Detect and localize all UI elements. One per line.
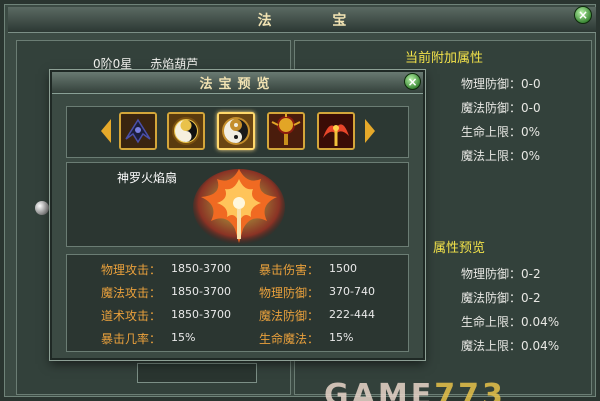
stat-value: 222-444	[329, 308, 375, 321]
dark-wing-fan-icon	[121, 114, 155, 148]
treasure-slot[interactable]	[267, 112, 305, 150]
stat-value: 1850-3700	[171, 308, 231, 321]
stat-label: 物理防御：	[259, 286, 320, 300]
stat-label: 暴击几率：	[101, 332, 162, 346]
yinyang-disc-icon	[219, 114, 253, 148]
stat-label: 魔法防御：	[259, 309, 320, 323]
treasure-showcase: 神罗火焰扇	[66, 162, 409, 247]
stat-value: 15%	[171, 331, 196, 344]
preview-attrs-title: 属性预览	[433, 241, 486, 256]
stat-value: 1500	[329, 262, 357, 275]
main-window-title: 法 宝	[257, 12, 375, 29]
treasure-slot[interactable]	[217, 112, 255, 150]
stat-value: 1850-3700	[171, 285, 231, 298]
preview-close-button[interactable]: ×	[404, 73, 421, 90]
preview-item-title: 神罗火焰扇	[117, 171, 178, 185]
phoenix-blade-icon	[319, 114, 353, 148]
flame-fan-image	[193, 169, 285, 245]
treasure-slot[interactable]	[167, 112, 205, 150]
treasure-carousel	[66, 106, 409, 158]
current-attr-line: 生命上限：0%	[461, 125, 541, 139]
stat-value: 15%	[329, 331, 354, 344]
treasure-stats: 物理攻击： 1850-3700 魔法攻击： 1850-3700 道术攻击： 18…	[66, 254, 409, 352]
preview-attr-line: 生命上限：0.04%	[461, 315, 560, 329]
watermark-logo: GAME773	[324, 378, 506, 401]
treasure-slot[interactable]	[317, 112, 355, 150]
preview-attr-line: 魔法防御：0-2	[461, 291, 541, 305]
carousel-prev-arrow-icon[interactable]	[101, 119, 111, 143]
close-icon: ×	[577, 8, 589, 22]
current-attr-line: 魔法防御：0-0	[461, 101, 541, 115]
stat-label: 魔法攻击：	[101, 286, 162, 300]
current-attr-line: 物理防御：0-0	[461, 77, 541, 91]
taiji-mirror-icon	[169, 114, 203, 148]
stat-value: 370-740	[329, 285, 375, 298]
stat-value: 1850-3700	[171, 262, 231, 275]
rotate-knob-icon[interactable]	[35, 201, 49, 215]
watermark-part1: GAME	[324, 378, 435, 401]
preview-titlebar: 法宝预览	[52, 72, 423, 94]
treasure-action-button[interactable]	[137, 363, 257, 383]
current-attr-line: 魔法上限：0%	[461, 149, 541, 163]
carousel-next-arrow-icon[interactable]	[365, 119, 375, 143]
main-close-button[interactable]: ×	[574, 6, 592, 24]
current-attrs-title: 当前附加属性	[405, 51, 484, 66]
treasure-slot[interactable]	[119, 112, 157, 150]
stat-label: 生命魔法：	[259, 332, 320, 346]
preview-attr-line: 物理防御：0-2	[461, 267, 541, 281]
stat-label: 暴击伤害：	[259, 263, 320, 277]
golden-mace-icon	[269, 114, 303, 148]
watermark-part2: 773	[434, 378, 506, 401]
preview-title: 法宝预览	[199, 77, 276, 92]
stat-label: 道术攻击：	[101, 309, 162, 323]
main-titlebar: 法 宝	[8, 7, 596, 33]
treasure-preview-dialog: 法宝预览 × 神罗火焰扇 物理攻击： 1850-3700 魔法攻击： 1850-…	[50, 70, 425, 360]
stat-label: 物理攻击：	[101, 263, 162, 277]
close-icon: ×	[407, 74, 418, 89]
preview-attr-line: 魔法上限：0.04%	[461, 339, 560, 353]
